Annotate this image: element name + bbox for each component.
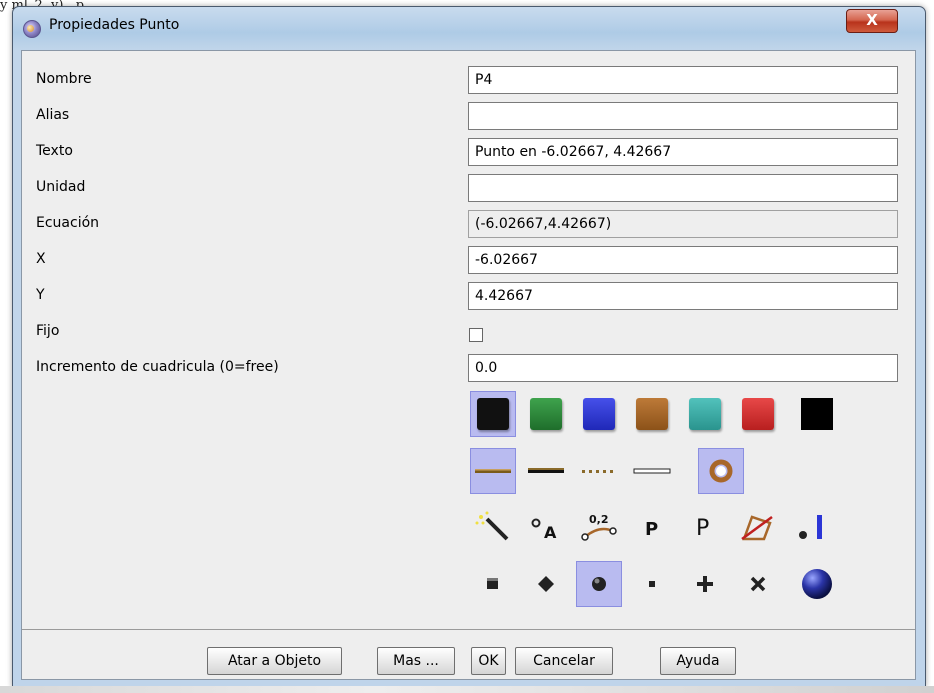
line-style-normal-icon[interactable] bbox=[470, 448, 516, 494]
field-label-y: Y bbox=[36, 287, 45, 303]
color-swatch-solid-black[interactable] bbox=[794, 391, 840, 437]
condition-icon[interactable] bbox=[788, 504, 834, 550]
field-label-x: X bbox=[36, 251, 46, 267]
square-point-icon[interactable] bbox=[470, 561, 516, 607]
properties-dialog: Propiedades Punto X Nombre Alias Texto U… bbox=[12, 6, 926, 688]
unit-field[interactable] bbox=[468, 174, 898, 202]
close-button[interactable]: X bbox=[846, 9, 898, 33]
color-swatch-green[interactable] bbox=[523, 391, 569, 437]
fixed-checkbox[interactable] bbox=[469, 328, 483, 342]
cancel-button[interactable]: Cancelar bbox=[515, 647, 613, 675]
ring-style-icon[interactable] bbox=[698, 448, 744, 494]
point-value-text: 0,2 bbox=[589, 513, 609, 526]
field-label-ecuacion: Ecuación bbox=[36, 215, 100, 231]
text-field[interactable] bbox=[468, 138, 898, 166]
x-coordinate-field[interactable] bbox=[468, 246, 898, 274]
color-swatch-red[interactable] bbox=[735, 391, 781, 437]
help-button[interactable]: Ayuda bbox=[660, 647, 736, 675]
small-p-label-icon[interactable]: P bbox=[682, 504, 728, 550]
line-style-thick-icon[interactable] bbox=[523, 448, 569, 494]
large-circle-point-icon[interactable] bbox=[794, 561, 840, 607]
color-swatch-teal[interactable] bbox=[682, 391, 728, 437]
large-p-label-icon[interactable]: P bbox=[629, 504, 675, 550]
point-value-icon[interactable]: 0,2 bbox=[576, 504, 622, 550]
line-style-dotted-icon[interactable] bbox=[576, 448, 622, 494]
bind-to-object-button[interactable]: Atar a Objeto bbox=[207, 647, 342, 675]
app-icon bbox=[23, 20, 41, 38]
diamond-point-icon[interactable] bbox=[523, 561, 569, 607]
grid-increment-field[interactable] bbox=[468, 354, 898, 382]
large-p-label-text: P bbox=[645, 519, 658, 540]
window-title: Propiedades Punto bbox=[49, 17, 180, 33]
field-label-texto: Texto bbox=[36, 143, 73, 159]
dot-point-icon[interactable] bbox=[629, 561, 675, 607]
color-swatch-blue[interactable] bbox=[576, 391, 622, 437]
plus-point-icon[interactable] bbox=[682, 561, 728, 607]
equation-field bbox=[468, 210, 898, 238]
color-swatch-black[interactable] bbox=[470, 391, 516, 437]
cross-point-icon[interactable] bbox=[735, 561, 781, 607]
background-bottom-strip bbox=[0, 686, 934, 693]
point-label-a-icon[interactable]: A bbox=[523, 504, 569, 550]
field-label-unidad: Unidad bbox=[36, 179, 86, 195]
title-bar[interactable]: Propiedades Punto X bbox=[13, 7, 925, 49]
field-label-alias: Alias bbox=[36, 107, 70, 123]
circle-point-icon[interactable] bbox=[576, 561, 622, 607]
line-style-thin-icon[interactable] bbox=[629, 448, 675, 494]
alias-field[interactable] bbox=[468, 102, 898, 130]
transform-shape-icon[interactable] bbox=[735, 504, 781, 550]
fixed-label: Fijo bbox=[36, 323, 60, 339]
magic-wand-icon[interactable] bbox=[470, 504, 516, 550]
y-coordinate-field[interactable] bbox=[468, 282, 898, 310]
more-button[interactable]: Mas ... bbox=[377, 647, 455, 675]
field-label-nombre: Nombre bbox=[36, 71, 92, 87]
name-field[interactable] bbox=[468, 66, 898, 94]
point-label-a-text: A bbox=[544, 523, 557, 542]
grid-increment-label: Incremento de cuadricula (0=free) bbox=[36, 359, 279, 375]
properties-panel: Nombre Alias Texto Unidad Ecuación X Y F… bbox=[21, 50, 916, 680]
button-divider bbox=[22, 629, 915, 630]
color-swatch-brown[interactable] bbox=[629, 391, 675, 437]
ok-button[interactable]: OK bbox=[471, 647, 506, 675]
small-p-label-text: P bbox=[696, 516, 709, 541]
